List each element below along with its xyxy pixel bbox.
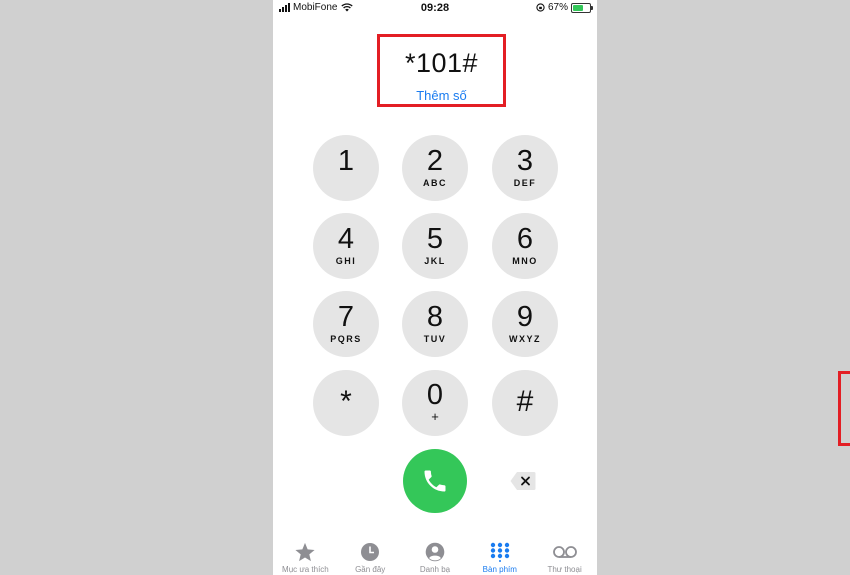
key-letters: DEF <box>513 178 537 188</box>
orientation-lock-icon <box>536 3 545 12</box>
key-letters: ABC <box>423 178 447 188</box>
key-letters: PQRS <box>330 334 362 344</box>
highlight-marker <box>838 371 850 446</box>
delete-button[interactable] <box>510 471 536 491</box>
tab-contacts[interactable]: Danh bạ <box>403 537 468 575</box>
key-letters: + <box>431 409 439 424</box>
key-5[interactable]: 5 JKL <box>402 213 468 279</box>
key-letters: WXYZ <box>509 334 541 344</box>
key-digit: 7 <box>337 301 355 333</box>
number-highlight-box: *101# Thêm số <box>377 34 506 107</box>
key-2[interactable]: 2 ABC <box>402 135 468 201</box>
backspace-icon <box>510 472 536 490</box>
tab-label: Thư thoại <box>547 565 582 574</box>
key-letters: TUV <box>423 334 447 344</box>
key-0[interactable]: 0 + <box>402 370 468 436</box>
key-digit: * <box>340 385 352 418</box>
key-7[interactable]: 7 PQRS <box>313 291 379 357</box>
battery-percent: 67% <box>547 2 568 13</box>
person-icon <box>425 542 445 562</box>
key-1[interactable]: 1 <box>313 135 379 201</box>
battery-icon <box>571 2 593 13</box>
key-8[interactable]: 8 TUV <box>402 291 468 357</box>
tab-recents[interactable]: Gần đây <box>338 537 403 575</box>
tab-label: Danh bạ <box>419 565 451 574</box>
key-6[interactable]: 6 MNO <box>492 213 558 279</box>
tab-keypad[interactable]: Bàn phím <box>467 537 532 575</box>
key-digit: 1 <box>337 145 355 177</box>
tab-label: Mục ưa thích <box>282 565 329 574</box>
key-digit: # <box>516 385 534 418</box>
tab-favorites[interactable]: Mục ưa thích <box>273 537 338 575</box>
tab-bar: Mục ưa thích Gần đây Danh bạ Bàn phím Th… <box>273 537 597 575</box>
key-hash[interactable]: # <box>492 370 558 436</box>
key-digit: 5 <box>426 223 444 255</box>
key-9[interactable]: 9 WXYZ <box>492 291 558 357</box>
key-letters: JKL <box>424 256 446 266</box>
key-digit: 0 <box>426 379 444 411</box>
keypad-icon <box>490 542 509 562</box>
status-bar: MobiFone 09:28 67% <box>273 0 597 18</box>
key-star[interactable]: * <box>313 370 379 436</box>
key-letters: MNO <box>512 256 538 266</box>
key-letters: GHI <box>335 256 357 266</box>
tab-voicemail[interactable]: Thư thoại <box>532 537 597 575</box>
voicemail-icon <box>552 546 577 558</box>
tab-label: Gần đây <box>355 565 386 574</box>
star-icon <box>295 542 315 562</box>
key-3[interactable]: 3 DEF <box>492 135 558 201</box>
key-digit: 8 <box>426 301 444 333</box>
key-digit: 3 <box>516 145 534 177</box>
phone-screen: MobiFone 09:28 67% *101# Thêm số 1 2 ABC… <box>273 0 597 575</box>
call-button[interactable] <box>403 449 467 513</box>
entered-number: *101# <box>404 48 479 78</box>
phone-icon <box>424 470 446 492</box>
key-digit: 9 <box>516 301 534 333</box>
key-digit: 2 <box>426 145 444 177</box>
key-digit: 4 <box>337 223 355 255</box>
key-4[interactable]: 4 GHI <box>313 213 379 279</box>
tab-label: Bàn phím <box>482 565 517 574</box>
key-digit: 6 <box>516 223 534 255</box>
add-number-link[interactable]: Thêm số <box>380 88 503 103</box>
clock-icon <box>361 543 380 561</box>
